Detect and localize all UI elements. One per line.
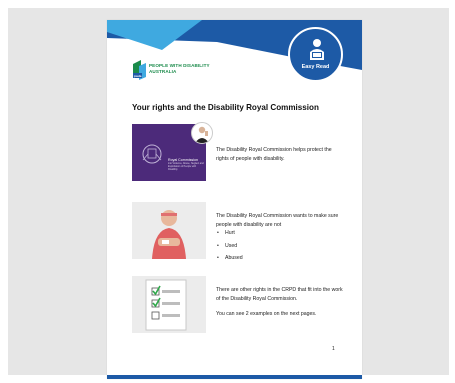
pwda-logo: pwda PEOPLE WITH DISABILITY AUSTRALIA bbox=[133, 60, 225, 80]
page-title: Your rights and the Disability Royal Com… bbox=[132, 103, 319, 112]
footer-bar bbox=[107, 375, 362, 379]
royal-commission-subheading: into Violence, Abuse, Neglect and Exploi… bbox=[168, 162, 204, 171]
sign-language-interpreter-icon bbox=[191, 122, 213, 144]
list-item: Used bbox=[216, 240, 316, 253]
reader-icon bbox=[310, 39, 324, 60]
document-page: pwda PEOPLE WITH DISABILITY AUSTRALIA Ea… bbox=[107, 20, 362, 379]
list-item: Hurt bbox=[216, 227, 316, 240]
page-number: 1 bbox=[332, 346, 335, 352]
section3-next-pages: You can see 2 examples on the next pages… bbox=[216, 311, 317, 317]
logo-brand-line1: PEOPLE WITH DISABILITY bbox=[149, 63, 210, 68]
hurt-person-image bbox=[132, 202, 206, 259]
checklist-image bbox=[132, 276, 206, 333]
logo-brand-line2: AUSTRALIA bbox=[149, 68, 177, 74]
section1-text: The Disability Royal Commission helps pr… bbox=[216, 147, 332, 162]
coat-of-arms-icon bbox=[142, 144, 162, 164]
list-item: Abused bbox=[216, 252, 316, 265]
logo-mark-text: pwda bbox=[134, 74, 142, 78]
easy-read-badge: Easy Read bbox=[288, 27, 343, 82]
section3-text: There are other rights in the CRPD that … bbox=[216, 287, 343, 302]
rights-bullet-list: Hurt Used Abused bbox=[216, 227, 316, 265]
pwda-logo-mark: pwda bbox=[133, 60, 146, 80]
easy-read-label: Easy Read bbox=[301, 64, 330, 70]
